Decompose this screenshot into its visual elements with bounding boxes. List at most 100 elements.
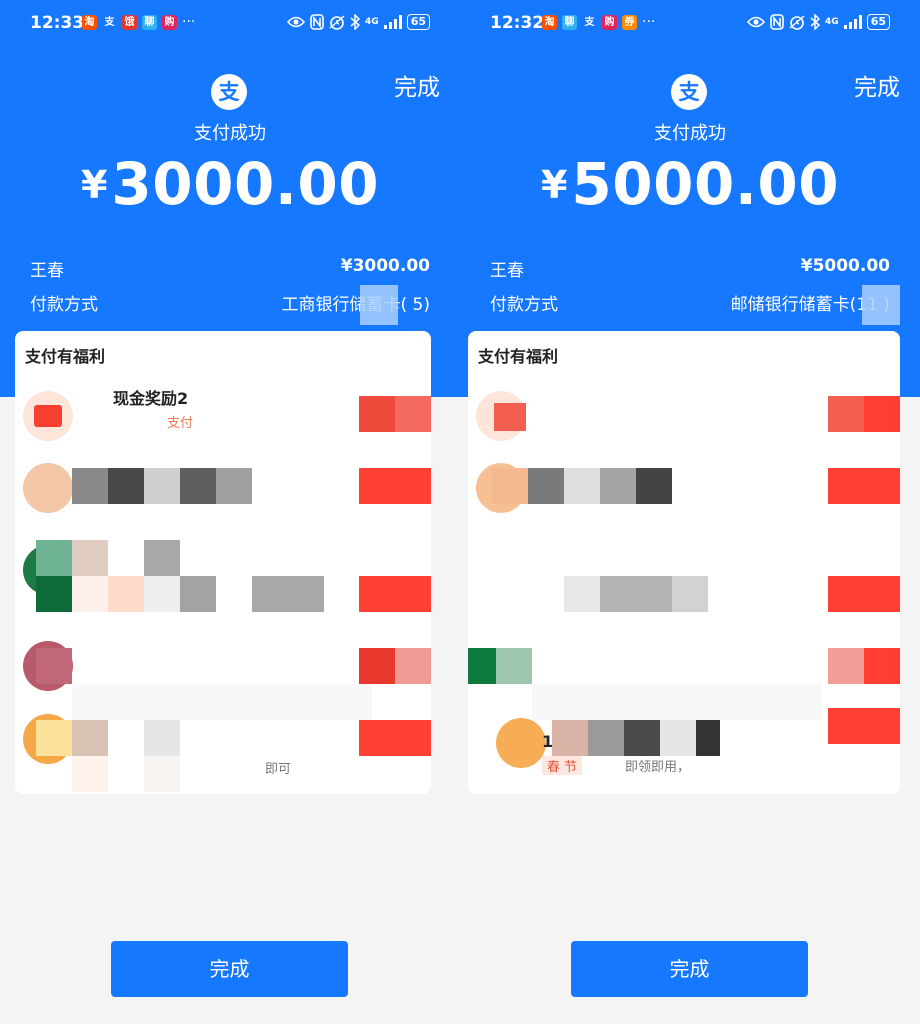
bluetooth-icon xyxy=(810,14,821,30)
battery-icon: 65 xyxy=(866,14,890,30)
payment-result-screen-right: 12:32 淘 聊 支 购 券 ··· 4G 65 完成 支 支付成功 ¥500… xyxy=(460,0,920,1024)
benefit-icon xyxy=(23,463,73,513)
benefits-card-title: 支付有福利 xyxy=(25,347,106,366)
benefit-item[interactable] xyxy=(468,384,900,456)
shop-notification-icon: 购 xyxy=(162,15,177,30)
alipay-notification-icon: 支 xyxy=(582,15,597,30)
benefit-claim-button[interactable] xyxy=(828,708,900,744)
more-notifications-icon: ··· xyxy=(182,14,196,30)
status-time: 12:33 xyxy=(30,13,85,33)
redaction-mosaic xyxy=(144,720,180,756)
redaction-mosaic xyxy=(72,576,108,612)
nfc-icon xyxy=(770,14,784,30)
redaction-mosaic xyxy=(144,756,180,792)
benefit-item[interactable] xyxy=(15,456,431,528)
chat-notification-icon: 聊 xyxy=(562,15,577,30)
signal-icon xyxy=(843,15,862,29)
taobao-notification-icon: 淘 xyxy=(542,15,557,30)
system-icons: 4G 65 xyxy=(287,14,430,30)
payment-success-title: 支付成功 xyxy=(654,123,726,144)
chat-notification-icon: 聊 xyxy=(142,15,157,30)
red-envelope-icon xyxy=(476,391,526,441)
network-type: 4G xyxy=(825,17,839,27)
redaction-mosaic xyxy=(252,576,324,612)
done-button[interactable]: 完成 xyxy=(111,941,348,997)
payment-amount: ¥3000.00 xyxy=(0,150,460,218)
redaction-mosaic xyxy=(108,576,144,612)
payment-method-label: 付款方式 xyxy=(30,295,98,315)
payee-name: 王春 xyxy=(490,261,524,281)
benefits-card: 支付有福利 1 免费 xyxy=(468,331,900,794)
redaction-mosaic xyxy=(36,540,72,576)
eye-icon xyxy=(747,16,766,28)
benefit-claim-button[interactable] xyxy=(359,468,431,504)
payee-amount: ¥5000.00 xyxy=(800,256,890,276)
benefit-claim-button[interactable] xyxy=(359,648,431,684)
benefit-item[interactable] xyxy=(468,636,900,720)
benefit-claim-button[interactable] xyxy=(359,576,431,612)
shop-notification-icon: 购 xyxy=(602,15,617,30)
redaction-mosaic xyxy=(36,576,72,612)
redaction-mosaic xyxy=(72,540,108,576)
coupon-notification-icon: 券 xyxy=(622,15,637,30)
benefit-item[interactable]: 即可 xyxy=(15,708,431,792)
benefit-item[interactable] xyxy=(468,540,900,612)
currency-symbol: ¥ xyxy=(80,163,108,207)
redaction-mosaic xyxy=(564,468,600,504)
payment-result-screen-left: 12:33 淘 支 饿 聊 购 ··· 4G 65 完成 支 支付成功 ¥300… xyxy=(0,0,460,1024)
redaction-mosaic xyxy=(144,468,180,504)
signal-icon xyxy=(383,15,402,29)
benefit-item[interactable] xyxy=(15,540,431,612)
taobao-notification-icon: 淘 xyxy=(82,15,97,30)
payment-method-label: 付款方式 xyxy=(490,295,558,315)
benefit-subtitle: 即可 xyxy=(265,762,292,777)
alipay-notification-icon: 支 xyxy=(102,15,117,30)
benefits-card-title: 支付有福利 xyxy=(478,347,559,366)
benefit-claim-button[interactable] xyxy=(828,468,900,504)
done-button[interactable]: 完成 xyxy=(571,941,808,997)
redaction-mosaic xyxy=(36,720,72,756)
redaction-mosaic xyxy=(672,576,708,612)
app-notification-icon: 饿 xyxy=(122,15,137,30)
redaction-mosaic xyxy=(564,576,600,612)
battery-icon: 65 xyxy=(406,14,430,30)
network-type: 4G xyxy=(365,17,379,27)
redaction-mosaic xyxy=(72,720,108,756)
redaction-mosaic xyxy=(144,540,180,576)
benefit-item[interactable]: 1 免费 春 节 即领即用， xyxy=(468,708,900,780)
payment-method-value: 工商银行储蓄卡( 5) xyxy=(281,295,430,315)
benefit-item[interactable] xyxy=(468,456,900,528)
benefit-subtitle: 支付 xyxy=(167,416,194,431)
benefit-claim-button[interactable] xyxy=(828,648,900,684)
alarm-icon xyxy=(329,15,345,30)
benefit-item[interactable]: 现金奖励2 支付 xyxy=(15,384,431,456)
benefit-claim-button[interactable] xyxy=(828,576,900,612)
notification-icons: 淘 聊 支 购 券 ··· xyxy=(542,15,655,30)
payment-amount: ¥5000.00 xyxy=(460,150,920,218)
redaction-mosaic xyxy=(144,576,180,612)
redaction-mosaic xyxy=(36,648,72,684)
benefit-claim-button[interactable] xyxy=(359,720,431,756)
alipay-logo-icon: 支 xyxy=(211,74,247,110)
benefit-claim-button[interactable] xyxy=(359,396,431,432)
redaction-mosaic xyxy=(624,720,660,756)
redaction-mosaic xyxy=(360,285,398,325)
eye-icon xyxy=(287,16,306,28)
red-envelope-icon xyxy=(23,391,73,441)
benefit-item[interactable] xyxy=(15,636,431,720)
redaction-mosaic xyxy=(216,468,252,504)
redaction-mosaic xyxy=(600,576,672,612)
done-link-top[interactable]: 完成 xyxy=(854,68,900,102)
amount-value: 3000.00 xyxy=(111,150,380,218)
done-link-top[interactable]: 完成 xyxy=(394,68,440,102)
redaction-mosaic xyxy=(636,468,672,504)
bluetooth-icon xyxy=(350,14,361,30)
system-icons: 4G 65 xyxy=(747,14,890,30)
starbucks-icon xyxy=(468,648,496,684)
payment-success-title: 支付成功 xyxy=(194,123,266,144)
benefit-subtitle: 即领即用， xyxy=(625,760,691,775)
redaction-mosaic xyxy=(492,468,528,504)
currency-symbol: ¥ xyxy=(540,163,568,207)
benefit-claim-button[interactable] xyxy=(828,396,900,432)
redaction-mosaic xyxy=(180,576,216,612)
